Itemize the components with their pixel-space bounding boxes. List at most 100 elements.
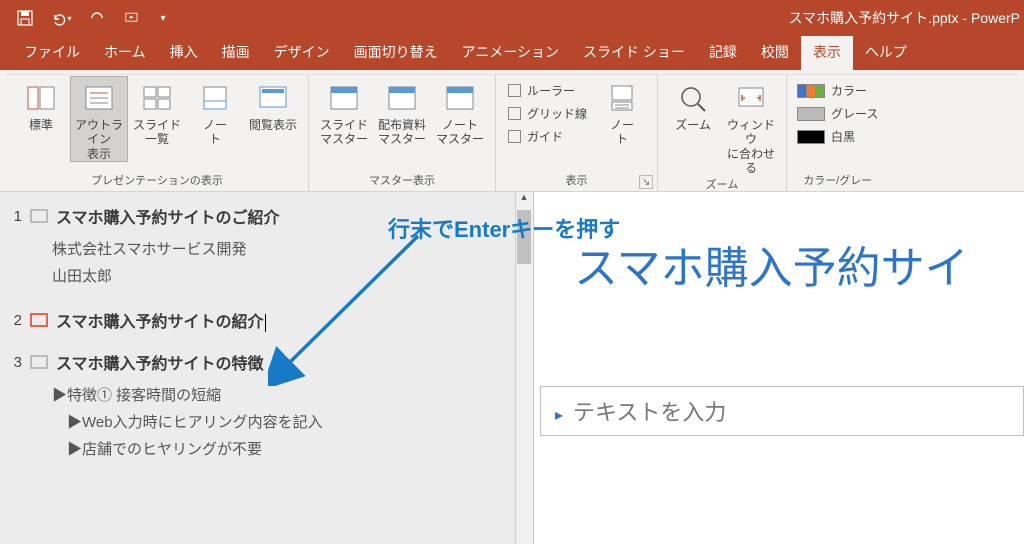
group-label: ズーム — [706, 176, 739, 192]
tab-描画[interactable]: 描画 — [210, 36, 262, 70]
tab-画面切り替え[interactable]: 画面切り替え — [342, 36, 450, 70]
checkbox-icon — [508, 130, 521, 143]
qat-undo-button[interactable]: ▾ — [46, 4, 76, 32]
group-label: カラー/グレー — [803, 172, 872, 188]
checkbox-ルーラー[interactable]: ルーラー — [508, 82, 587, 99]
tab-スライド ショー[interactable]: スライド ショー — [571, 36, 697, 70]
window-title: スマホ購入予約サイト.pptx - PowerP — [789, 8, 1024, 28]
ribbon-btn-label: 閲覧表示 — [249, 118, 297, 132]
color-option-グレース[interactable]: グレース — [797, 105, 878, 122]
ribbon-icon — [257, 82, 289, 114]
swatch-icon — [797, 130, 825, 144]
color-label: グレース — [831, 105, 878, 122]
ribbon-btn-ノート[interactable]: ノー ト — [186, 76, 244, 147]
ribbon-btn-label: ノー ト — [203, 118, 227, 147]
outline-slide-3[interactable]: 3 スマホ購入予約サイトの特徴 ▶特徴① 接客時間の短縮 ▶Web入力時にヒアリング… — [8, 350, 525, 463]
ribbon-btn-label: ウィンドウ に合わせる — [722, 118, 780, 176]
ribbon-group-color: カラーグレース白黒 カラー/グレー — [787, 74, 888, 191]
slide-number: 3 — [8, 354, 22, 371]
checkbox-icon — [508, 84, 521, 97]
ribbon-icon — [386, 82, 418, 114]
slide-icon — [30, 355, 48, 369]
slide-title-text: スマホ購入予約サイ — [574, 232, 1024, 296]
group-label: マスター表示 — [369, 172, 435, 188]
ribbon-btn-label: 配布資料 マスター — [378, 118, 426, 147]
ribbon-btn-label: 標準 — [29, 118, 53, 132]
tab-挿入[interactable]: 挿入 — [158, 36, 210, 70]
ribbon-icon — [141, 82, 173, 114]
ribbon-group-presentation: 標準 アウトライン 表示スライド 一覧ノー ト 閲覧表示 プレゼンテーションの表示 — [6, 74, 309, 191]
group-label: プレゼンテーションの表示 — [91, 172, 223, 188]
ribbon-icon — [83, 82, 115, 114]
ribbon-icon — [444, 82, 476, 114]
scroll-up-icon[interactable]: ▲ — [517, 192, 531, 208]
annotation-text: 行末でEnterキーを押す — [388, 212, 620, 244]
checkbox-label: ルーラー — [527, 82, 575, 99]
ribbon-group-master: スライド マスター配布資料 マスターノート マスター マスター表示 — [309, 74, 496, 191]
ribbon-btn-アウトライン表示[interactable]: アウトライン 表示 — [70, 76, 128, 162]
tab-ヘルプ[interactable]: ヘルプ — [853, 36, 919, 70]
swatch-icon — [797, 107, 825, 121]
tab-校閲[interactable]: 校閲 — [749, 36, 801, 70]
tab-デザイン[interactable]: デザイン — [262, 36, 342, 70]
qat-slideshow-button[interactable] — [118, 4, 148, 32]
ribbon-btn-label: アウトライン 表示 — [71, 118, 127, 161]
slide-icon — [30, 313, 48, 327]
ribbon-icon — [735, 82, 767, 114]
group-label: 表示 — [566, 172, 588, 188]
tab-ファイル[interactable]: ファイル — [12, 36, 92, 70]
ribbon-btn-標準[interactable]: 標準 — [12, 76, 70, 132]
tab-表示[interactable]: 表示 — [801, 36, 853, 70]
ribbon-icon — [677, 82, 709, 114]
ribbon-btn-label: ノート マスター — [436, 118, 484, 147]
slide-body-text: テキストを入力 — [573, 400, 726, 425]
notes-label: ノー ト — [610, 118, 634, 147]
outline-slide-body[interactable]: 株式会社スマホサービス開発山田太郎 — [52, 236, 525, 290]
color-label: 白黒 — [831, 128, 855, 145]
swatch-icon — [797, 84, 825, 98]
checkbox-label: グリッド線 — [527, 105, 587, 122]
ribbon-btn-label: ズーム — [675, 118, 711, 132]
ribbon-btn-ウィンドウに合わせる[interactable]: ウィンドウ に合わせる — [722, 76, 780, 176]
ribbon-icon — [328, 82, 360, 114]
slide-number: 2 — [8, 312, 22, 329]
slide-icon — [30, 209, 48, 223]
slide-number: 1 — [8, 208, 22, 225]
ribbon-btn-ズーム[interactable]: ズーム — [664, 76, 722, 132]
outline-slide-title[interactable]: スマホ購入予約サイトの紹介 — [56, 308, 266, 332]
outline-slide-title[interactable]: スマホ購入予約サイトの特徴 — [56, 350, 264, 374]
outline-slide-body[interactable]: ▶特徴① 接客時間の短縮 ▶Web入力時にヒアリング内容を記入 ▶店舗でのヒヤリ… — [52, 382, 525, 463]
notes-button[interactable]: ノー ト — [593, 76, 651, 147]
ribbon-group-show: ルーラーグリッド線ガイド ノー ト 表示 ↘ — [496, 74, 658, 191]
tab-アニメーション[interactable]: アニメーション — [450, 36, 571, 70]
ribbon-btn-スライドマスター[interactable]: スライド マスター — [315, 76, 373, 147]
slide-body-placeholder[interactable]: ▸ テキストを入力 — [540, 386, 1024, 436]
tab-記録[interactable]: 記録 — [697, 36, 749, 70]
ribbon-btn-label: スライド 一覧 — [133, 118, 181, 147]
color-label: カラー — [831, 82, 867, 99]
slide-preview: スマホ購入予約サイ ▸ テキストを入力 — [534, 192, 1024, 544]
color-option-白黒[interactable]: 白黒 — [797, 128, 878, 145]
outline-slide-title[interactable]: スマホ購入予約サイトのご紹介 — [56, 204, 280, 228]
bullet-icon: ▸ — [555, 407, 563, 424]
outline-scrollbar[interactable]: ▲ — [515, 192, 533, 544]
color-option-カラー[interactable]: カラー — [797, 82, 878, 99]
qat-save-button[interactable] — [10, 4, 40, 32]
checkbox-label: ガイド — [527, 128, 563, 145]
ribbon-btn-スライド一覧[interactable]: スライド 一覧 — [128, 76, 186, 147]
ribbon-btn-配布資料マスター[interactable]: 配布資料 マスター — [373, 76, 431, 147]
checkbox-グリッド線[interactable]: グリッド線 — [508, 105, 587, 122]
qat-redo-button[interactable] — [82, 4, 112, 32]
checkbox-icon — [508, 107, 521, 120]
outline-pane[interactable]: 1 スマホ購入予約サイトのご紹介株式会社スマホサービス開発山田太郎 2 スマホ購入予約… — [0, 192, 534, 544]
qat-customize-button[interactable]: ▾ — [154, 4, 172, 32]
outline-slide-2[interactable]: 2 スマホ購入予約サイトの紹介 — [8, 308, 525, 332]
ribbon-btn-label: スライド マスター — [320, 118, 368, 147]
ribbon-group-zoom: ズームウィンドウ に合わせる ズーム — [658, 74, 787, 191]
ribbon-btn-ノートマスター[interactable]: ノート マスター — [431, 76, 489, 147]
ribbon-icon — [25, 82, 57, 114]
ribbon-btn-閲覧表示[interactable]: 閲覧表示 — [244, 76, 302, 132]
checkbox-ガイド[interactable]: ガイド — [508, 128, 587, 145]
dialog-launcher-icon[interactable]: ↘ — [639, 175, 653, 189]
tab-ホーム[interactable]: ホーム — [92, 36, 158, 70]
